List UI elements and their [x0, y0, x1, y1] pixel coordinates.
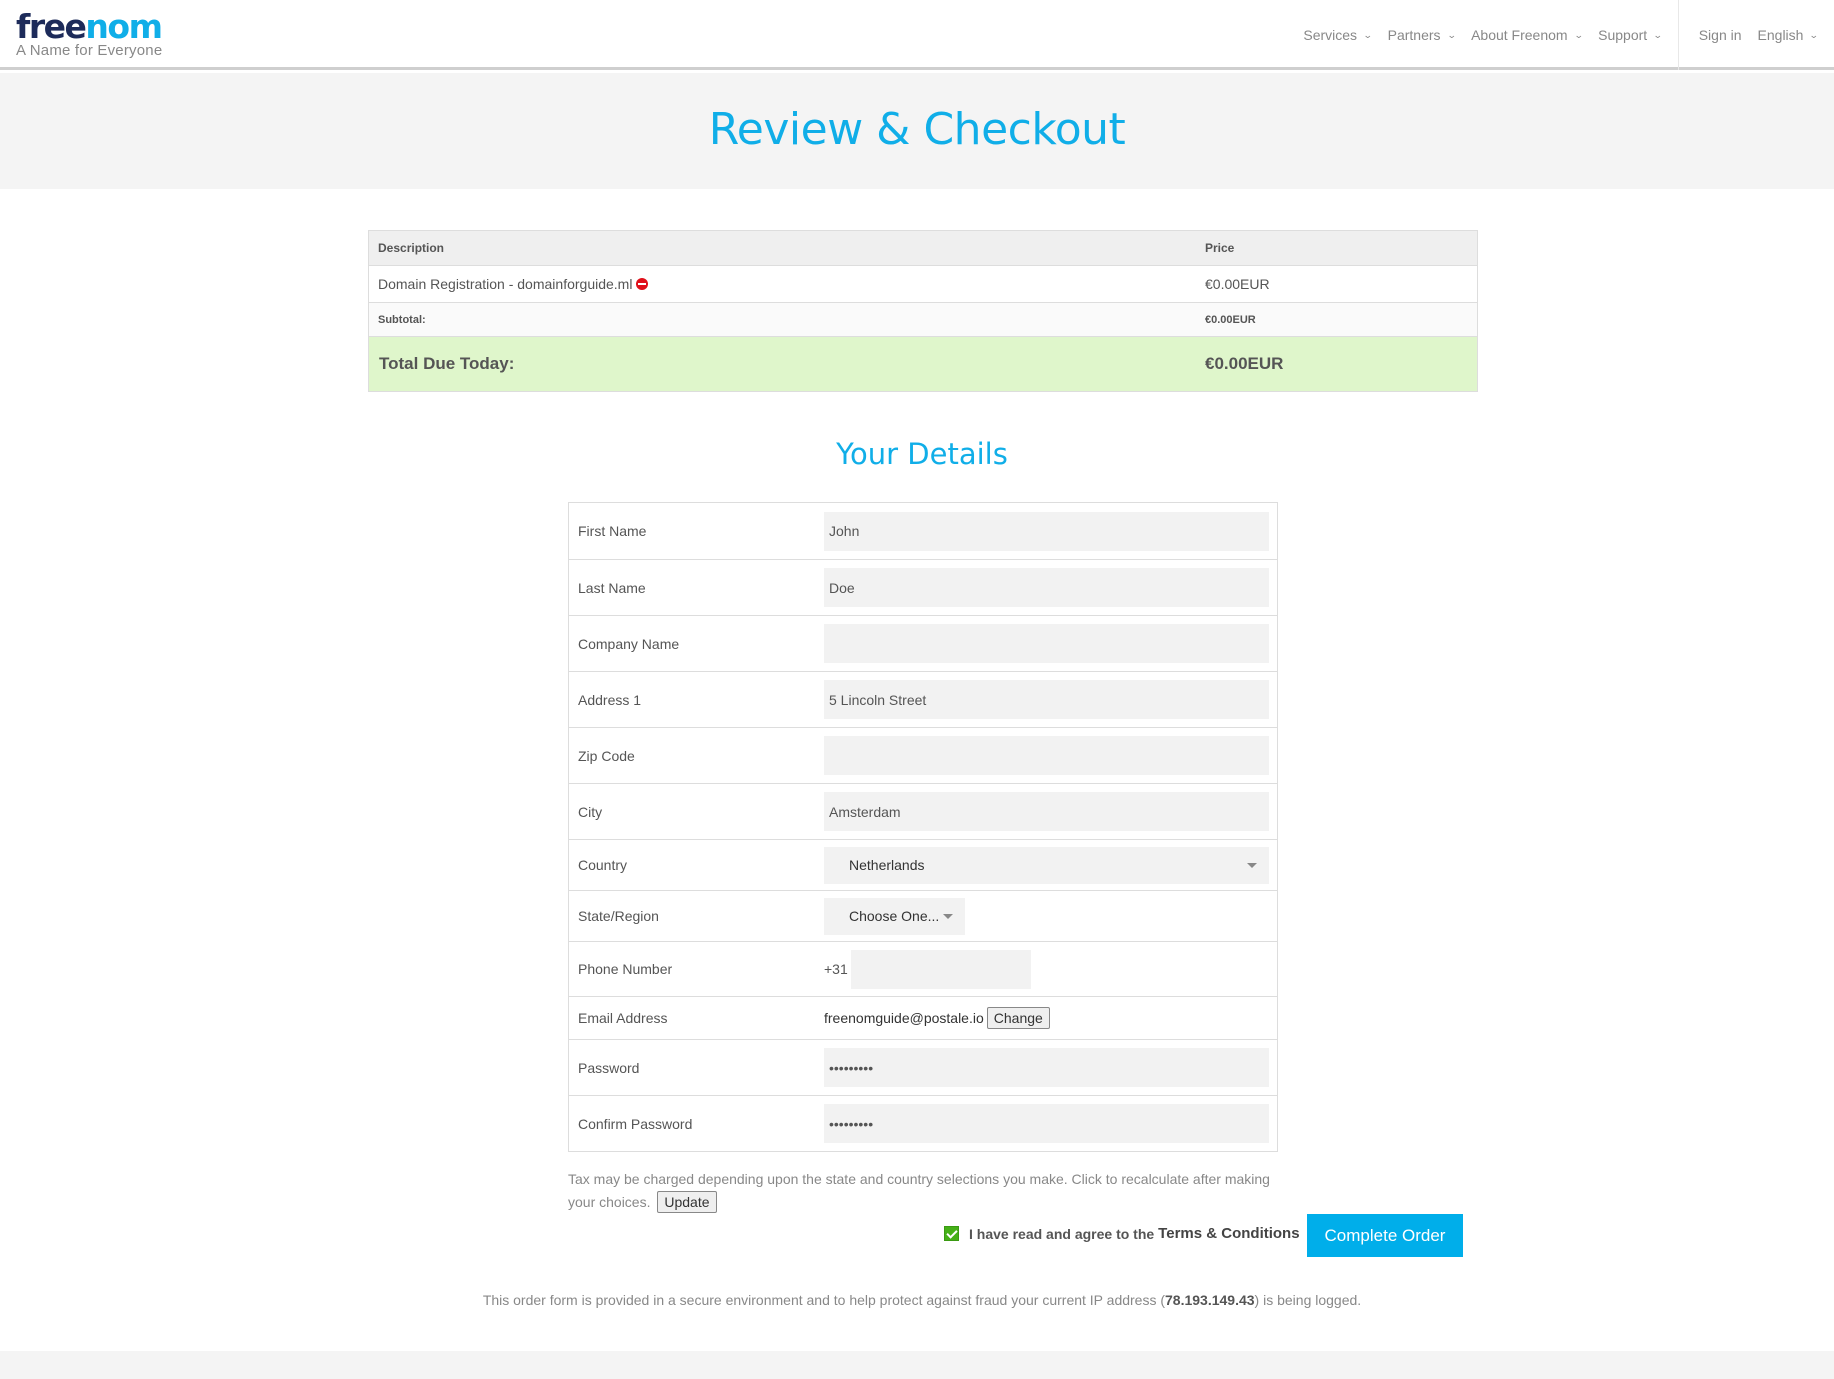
subtotal-row: Subtotal: €0.00EUR: [369, 302, 1477, 336]
nav-support[interactable]: Support ⌄: [1598, 27, 1663, 43]
city-row: City: [569, 783, 1277, 839]
first-name-label: First Name: [578, 523, 647, 539]
logo-free: free: [16, 7, 87, 46]
last-name-row: Last Name: [569, 559, 1277, 615]
item-price: €0.00EUR: [1205, 276, 1270, 292]
first-name-row: First Name: [569, 503, 1277, 559]
nav-partners-label: Partners: [1387, 27, 1441, 43]
logo-tagline: A Name for Everyone: [16, 42, 163, 59]
password-input[interactable]: [824, 1048, 1269, 1087]
email-row: Email Address freenomguide@postale.io Ch…: [569, 996, 1277, 1039]
order-item-row: Domain Registration - domainforguide.ml …: [369, 265, 1477, 302]
address1-row: Address 1: [569, 671, 1277, 727]
phone-row: Phone Number +31: [569, 941, 1277, 996]
phone-country-code: +31: [824, 961, 848, 977]
item-description: Domain Registration - domainforguide.ml: [378, 276, 633, 292]
nav-about-label: About Freenom: [1471, 27, 1568, 43]
total-label: Total Due Today:: [379, 354, 515, 373]
total-row: Total Due Today: €0.00EUR: [369, 336, 1477, 391]
page-title: Review & Checkout: [708, 103, 1126, 155]
company-label: Company Name: [578, 635, 680, 652]
last-name-label: Last Name: [578, 579, 646, 596]
remove-item-icon[interactable]: [636, 278, 649, 290]
last-name-input[interactable]: [824, 568, 1269, 607]
confirm-password-label: Confirm Password: [578, 1115, 693, 1132]
country-value: Netherlands: [849, 857, 925, 873]
phone-input[interactable]: [850, 949, 1031, 989]
state-label: State/Region: [578, 908, 659, 924]
nav-services[interactable]: Services ⌄: [1303, 27, 1373, 43]
nav-services-label: Services: [1303, 27, 1358, 43]
subtotal-value: €0.00EUR: [1205, 313, 1256, 326]
secure-note-before: This order form is provided in a secure …: [482, 1292, 1166, 1308]
subtotal-label: Subtotal:: [378, 313, 426, 326]
city-input[interactable]: [824, 792, 1269, 831]
nav-support-label: Support: [1598, 27, 1648, 43]
country-select[interactable]: Netherlands: [824, 846, 1269, 884]
chevron-down-icon: ⌄: [1653, 29, 1663, 40]
zip-input[interactable]: [824, 736, 1269, 775]
email-value: freenomguide@postale.io: [824, 1010, 984, 1026]
company-row: Company Name: [569, 615, 1277, 671]
logo-nom: nom: [85, 7, 163, 46]
main-nav: Services ⌄ Partners ⌄ About Freenom ⌄ Suppo…: [1303, 0, 1834, 70]
terms-agreement: I have read and agree to the Terms & Con…: [944, 1225, 1300, 1242]
company-input[interactable]: [824, 624, 1269, 663]
state-value: Choose One...: [849, 908, 940, 924]
nav-divider: [1677, 0, 1679, 70]
nav-partners[interactable]: Partners ⌄: [1387, 27, 1457, 43]
update-button[interactable]: Update: [657, 1191, 717, 1213]
footer: [0, 1351, 1834, 1379]
complete-order-button[interactable]: Complete Order: [1307, 1214, 1463, 1257]
password-label: Password: [578, 1059, 640, 1076]
state-row: State/Region Choose One...: [569, 890, 1277, 941]
terms-text: I have read and agree to the: [969, 1225, 1155, 1242]
secure-note-after: ) is being logged.: [1254, 1292, 1362, 1308]
title-band: Review & Checkout: [0, 73, 1834, 189]
caret-down-icon: [943, 913, 953, 919]
zip-label: Zip Code: [578, 747, 635, 764]
language-selector[interactable]: English ⌄: [1757, 27, 1820, 43]
confirm-password-row: Confirm Password: [569, 1095, 1277, 1151]
total-value: €0.00EUR: [1205, 354, 1284, 373]
description-header: Description: [378, 241, 445, 255]
change-email-button[interactable]: Change: [986, 1007, 1050, 1029]
first-name-input[interactable]: [824, 511, 1269, 551]
freenom-logo[interactable]: freenom A Name for Everyone: [16, 7, 163, 60]
nav-about[interactable]: About Freenom ⌄: [1471, 27, 1584, 43]
ip-address: 78.193.149.43: [1165, 1292, 1255, 1308]
top-navbar: freenom A Name for Everyone Services ⌄ Pa…: [0, 0, 1834, 70]
tax-note: Tax may be charged depending upon the st…: [568, 1168, 1288, 1214]
phone-label: Phone Number: [578, 961, 673, 977]
email-label: Email Address: [578, 1010, 668, 1026]
zip-row: Zip Code: [569, 727, 1277, 783]
terms-link[interactable]: Terms & Conditions: [1158, 1225, 1299, 1242]
logo-wordmark: freenom: [16, 7, 163, 46]
caret-down-icon: [1247, 862, 1257, 868]
sign-in-link[interactable]: Sign in: [1699, 27, 1742, 43]
order-table-header: Description Price: [369, 231, 1477, 265]
language-label: English: [1757, 27, 1804, 43]
address1-input[interactable]: [824, 680, 1269, 719]
chevron-down-icon: ⌄: [1362, 29, 1373, 40]
state-select[interactable]: Choose One...: [824, 897, 965, 935]
password-row: Password: [569, 1039, 1277, 1095]
country-label: Country: [578, 857, 628, 873]
address1-label: Address 1: [578, 691, 642, 708]
chevron-down-icon: ⌄: [1573, 29, 1584, 40]
terms-checkbox[interactable]: [944, 1226, 959, 1241]
price-header: Price: [1205, 241, 1235, 255]
order-summary-table: Description Price Domain Registration - …: [368, 230, 1478, 392]
chevron-down-icon: ⌄: [1809, 29, 1820, 40]
country-row: Country Netherlands: [569, 839, 1277, 890]
secure-note: This order form is provided in a secure …: [0, 1292, 1834, 1308]
city-label: City: [578, 803, 603, 820]
chevron-down-icon: ⌄: [1446, 29, 1457, 40]
confirm-password-input[interactable]: [824, 1104, 1269, 1143]
details-form: First Name Last Name Company Name Addres…: [568, 502, 1278, 1152]
details-heading: Your Details: [836, 437, 1008, 471]
